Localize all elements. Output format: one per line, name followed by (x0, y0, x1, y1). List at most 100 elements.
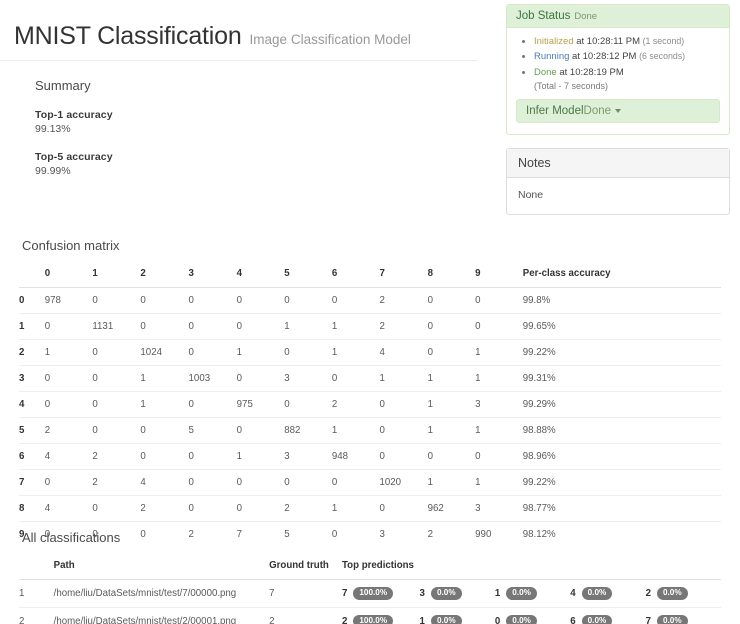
list-item[interactable]: 2/home/liu/DataSets/mnist/test/2/00001.p… (19, 606, 721, 624)
cm-column-header: 8 (427, 262, 476, 288)
cm-cell: 0 (44, 313, 93, 340)
cm-cell: 1131 (92, 313, 141, 340)
cm-cell: 0 (331, 287, 380, 314)
cls-prediction: 1 0.0% (419, 606, 495, 624)
event-state: Initialized (534, 36, 574, 47)
metric-value: 99.13% (35, 123, 71, 135)
cm-row-label: 2 (19, 339, 45, 366)
table-row: 5 2 0 0 5 0 882 1 0 1 1 98.88% (19, 417, 721, 444)
cm-column-header: 9 (475, 262, 523, 288)
prediction-label: 6 (570, 615, 576, 624)
cm-cell: 2 (92, 443, 141, 470)
cm-row-label: 8 (19, 495, 45, 522)
cm-cell: 882 (284, 417, 332, 444)
cm-column-header: 6 (331, 262, 380, 288)
cm-cell: 0 (284, 391, 332, 418)
cm-cell: 1024 (140, 339, 189, 366)
cm-cell: 0 (475, 313, 523, 340)
list-item[interactable]: 1/home/liu/DataSets/mnist/test/7/00000.p… (19, 579, 721, 608)
cm-cell: 0 (140, 417, 189, 444)
cls-prediction: 7 100.0% (341, 579, 420, 608)
cm-cell: 0 (379, 443, 428, 470)
event-state: Done (534, 66, 557, 78)
cm-cell: 3 (475, 391, 523, 418)
prediction-label: 7 (341, 587, 348, 599)
status-badge: 0.0% (581, 614, 613, 624)
cm-cell: 1 (475, 469, 523, 496)
job-status-event-initialized: Initialized at 10:28:11 PM (1 second) (534, 34, 720, 49)
job-status-header: Job Status Done (507, 5, 729, 28)
all-classifications-header-row: Path Ground truth Top predictions (19, 554, 721, 580)
cm-column-header: 0 (44, 262, 93, 288)
cm-row-label: 1 (19, 313, 45, 340)
cm-cell: 0 (140, 287, 189, 314)
cm-cell: 0 (188, 443, 237, 470)
cm-cell: 1 (140, 365, 189, 392)
cm-cell: 0 (331, 469, 380, 496)
cm-cell: 0 (44, 391, 93, 418)
page-subtitle: Image Classification Model (249, 32, 411, 47)
confusion-matrix-caption: Confusion matrix (22, 238, 120, 253)
cm-row-label: 5 (19, 417, 45, 444)
cm-cell: 0 (92, 365, 141, 392)
cm-cell: 2 (92, 469, 141, 496)
prediction-label: 2 (645, 587, 651, 599)
cm-cell: 0 (284, 287, 332, 314)
cls-column-header (19, 554, 54, 580)
cls-path[interactable]: /home/liu/DataSets/mnist/test/7/00000.pn… (53, 579, 270, 608)
job-status-event-list: Initialized at 10:28:11 PM (1 second) Ru… (516, 34, 720, 80)
title-block: MNIST Classification Image Classificatio… (0, 0, 478, 61)
status-badge: 0.0% (656, 614, 688, 624)
cm-cell: 978 (44, 287, 93, 314)
cm-cell: 0 (236, 469, 285, 496)
event-duration: (1 second) (642, 36, 685, 46)
job-status-event-running: Running at 10:28:12 PM (6 seconds) (534, 49, 720, 64)
prediction-label: 1 (419, 615, 425, 624)
cm-cell: 1 (284, 313, 332, 340)
prediction-label: 2 (341, 615, 348, 624)
status-badge: 0.0% (430, 614, 462, 624)
table-row: 1 0 1131 0 0 0 1 1 2 0 0 99.65% (19, 313, 721, 340)
cm-cell: 4 (379, 339, 428, 366)
cls-column-header: Path (53, 554, 270, 580)
status-badge: 0.0% (656, 587, 688, 600)
all-classifications-caption: All classifications (22, 530, 121, 545)
report-page: MNIST Classification Image Classificatio… (0, 0, 740, 624)
cm-cell: 0 (236, 495, 285, 522)
cm-cell: 2 (379, 313, 428, 340)
cm-per-class-accuracy: 98.96% (522, 443, 721, 470)
cm-cell: 0 (92, 339, 141, 366)
status-badge: 100.0% (353, 587, 394, 600)
infer-model-task[interactable]: Infer ModelDone (516, 99, 720, 124)
cm-cell: 0 (236, 417, 285, 444)
cls-prediction: 2 0.0% (645, 579, 721, 608)
prediction-label: 7 (645, 615, 651, 624)
cls-prediction: 2 100.0% (341, 606, 420, 624)
confusion-matrix-section: Confusion matrix 0 1 2 3 4 5 6 7 8 9 Per-class acc… (0, 238, 740, 547)
cm-cell: 1 (475, 417, 523, 444)
cm-cell: 4 (44, 495, 93, 522)
cls-prediction: 4 0.0% (570, 579, 646, 608)
notes-panel: Notes None (506, 148, 730, 215)
cls-path[interactable]: /home/liu/DataSets/mnist/test/2/00001.pn… (53, 606, 270, 624)
table-row: 3 0 0 1 1003 0 3 0 1 1 1 99.31% (19, 365, 721, 392)
cm-per-class-accuracy: 99.65% (522, 313, 721, 340)
status-badge: 0.0% (506, 587, 537, 600)
cm-cell: 2 (331, 391, 380, 418)
cm-cell: 0 (92, 417, 141, 444)
cm-cell: 2 (140, 495, 189, 522)
cm-column-header: 1 (92, 262, 141, 288)
event-state: Running (534, 51, 570, 63)
table-row: 0 978 0 0 0 0 0 0 2 0 0 99.8% (19, 287, 721, 314)
chevron-down-icon[interactable] (615, 109, 622, 114)
job-status-event-done: Done at 10:28:19 PM (534, 65, 720, 80)
cm-cell: 1 (475, 339, 523, 366)
cls-row-index: 1 (19, 579, 54, 608)
cm-cell: 0 (188, 391, 237, 418)
table-row: 4 0 0 1 0 975 0 2 0 1 3 99.29% (19, 391, 721, 418)
cm-cell: 0 (379, 417, 428, 444)
job-status-total: (Total - 7 seconds) (534, 81, 609, 92)
cm-cell: 1 (427, 391, 476, 418)
cm-cell: 0 (284, 339, 332, 366)
cm-cell: 1 (236, 443, 285, 470)
